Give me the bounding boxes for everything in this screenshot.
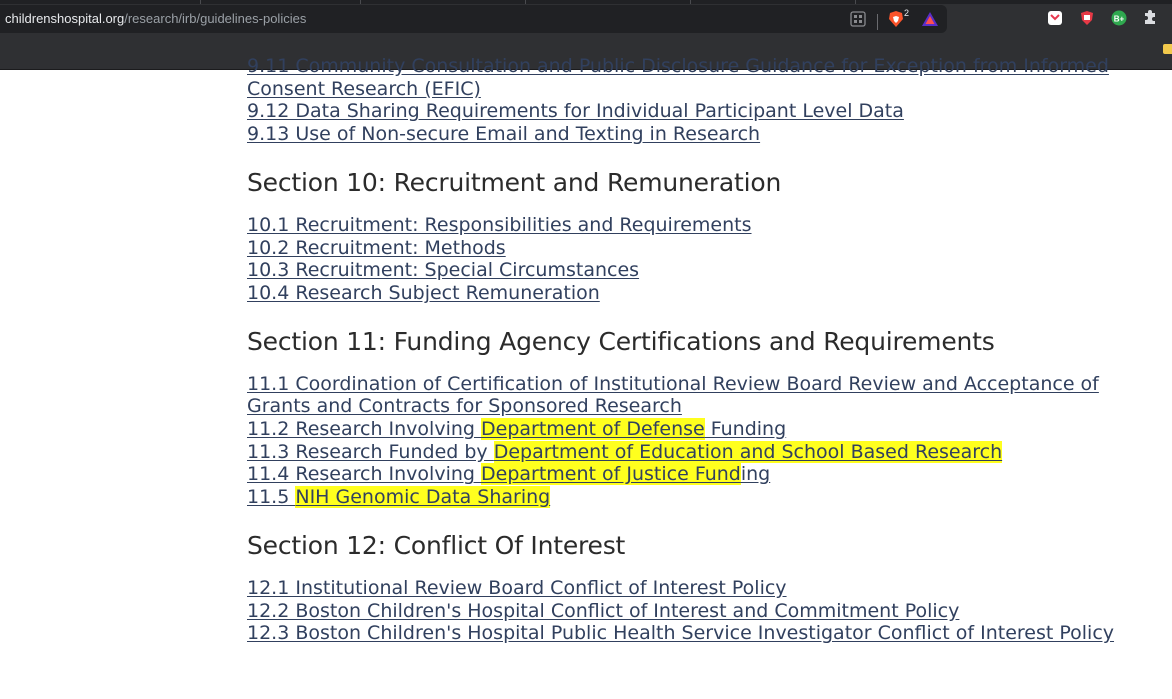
- link-11-4[interactable]: 11.4 Research Involving Department of Ju…: [247, 463, 1167, 486]
- link-11-5[interactable]: 11.5 NIH Genomic Data Sharing: [247, 486, 1167, 509]
- link-10-4[interactable]: 10.4 Research Subject Remuneration: [247, 282, 1167, 305]
- section-9-links: 9.11 Community Consultation and Public D…: [247, 55, 1167, 146]
- link-12-3[interactable]: 12.3 Boston Children's Hospital Public H…: [247, 622, 1167, 645]
- link-11-2-suffix: Funding: [704, 418, 787, 441]
- url-path: /research/irb/guidelines-policies: [124, 11, 307, 26]
- link-11-2[interactable]: 11.2 Research Involving Department of De…: [247, 418, 1167, 441]
- pocket-icon[interactable]: [1047, 10, 1063, 26]
- url-host: childrenshospital.org: [5, 11, 125, 26]
- section-12-links: 12.1 Institutional Review Board Conflict…: [247, 577, 1167, 645]
- highlight-11-4: Department of Justice Fund: [481, 463, 741, 486]
- url-text[interactable]: childrenshospital.org/research/irb/guide…: [5, 11, 306, 26]
- highlight-11-3: Department of Education and School Based…: [493, 440, 1003, 463]
- shield-extension-icon[interactable]: [1079, 10, 1095, 26]
- section-11-links: 11.1 Coordination of Certification of In…: [247, 373, 1167, 509]
- puzzle-extensions-icon[interactable]: [1142, 10, 1158, 26]
- link-11-2-prefix: 11.2 Research Involving: [247, 418, 481, 441]
- bplus-extension-icon[interactable]: B+: [1111, 10, 1127, 26]
- brave-lion-icon[interactable]: [887, 10, 905, 28]
- highlight-11-5: NIH Genomic Data Sharing: [295, 486, 551, 509]
- address-bar[interactable]: childrenshospital.org/research/irb/guide…: [0, 5, 947, 33]
- link-11-4-prefix: 11.4 Research Involving: [247, 463, 481, 486]
- link-11-4-suffix: ing: [740, 463, 771, 486]
- highlight-11-2: Department of Defense: [481, 418, 705, 441]
- link-10-3[interactable]: 10.3 Recruitment: Special Circumstances: [247, 259, 1167, 282]
- rewards-triangle-icon[interactable]: [921, 10, 939, 28]
- link-10-1[interactable]: 10.1 Recruitment: Responsibilities and R…: [247, 214, 1167, 237]
- link-11-5-prefix: 11.5: [247, 486, 296, 509]
- svg-text:B+: B+: [1114, 15, 1125, 24]
- brave-shield-count: 2: [904, 8, 910, 18]
- section-12-heading: Section 12: Conflict Of Interest: [247, 530, 626, 560]
- link-9-11[interactable]: 9.11 Community Consultation and Public D…: [247, 55, 1167, 100]
- grid-icon[interactable]: [849, 10, 867, 28]
- tab-strip-edge: [0, 0, 1172, 4]
- link-12-2[interactable]: 12.2 Boston Children's Hospital Conflict…: [247, 600, 1167, 623]
- link-11-3-prefix: 11.3 Research Funded by: [247, 440, 494, 463]
- link-12-1[interactable]: 12.1 Institutional Review Board Conflict…: [247, 577, 1167, 600]
- link-10-2[interactable]: 10.2 Recruitment: Methods: [247, 237, 1167, 260]
- policy-content: 9.11 Community Consultation and Public D…: [247, 55, 1167, 645]
- section-10-heading: Section 10: Recruitment and Remuneration: [247, 167, 782, 197]
- bookmark-folder-icon[interactable]: [1163, 44, 1172, 54]
- link-9-12[interactable]: 9.12 Data Sharing Requirements for Indiv…: [247, 100, 1167, 123]
- link-9-13[interactable]: 9.13 Use of Non-secure Email and Texting…: [247, 123, 1167, 146]
- link-11-1[interactable]: 11.1 Coordination of Certification of In…: [247, 373, 1167, 418]
- link-11-3[interactable]: 11.3 Research Funded by Department of Ed…: [247, 440, 1167, 464]
- section-10-links: 10.1 Recruitment: Responsibilities and R…: [247, 214, 1167, 305]
- section-11-heading: Section 11: Funding Agency Certification…: [247, 326, 995, 356]
- address-bar-separator: [877, 14, 878, 30]
